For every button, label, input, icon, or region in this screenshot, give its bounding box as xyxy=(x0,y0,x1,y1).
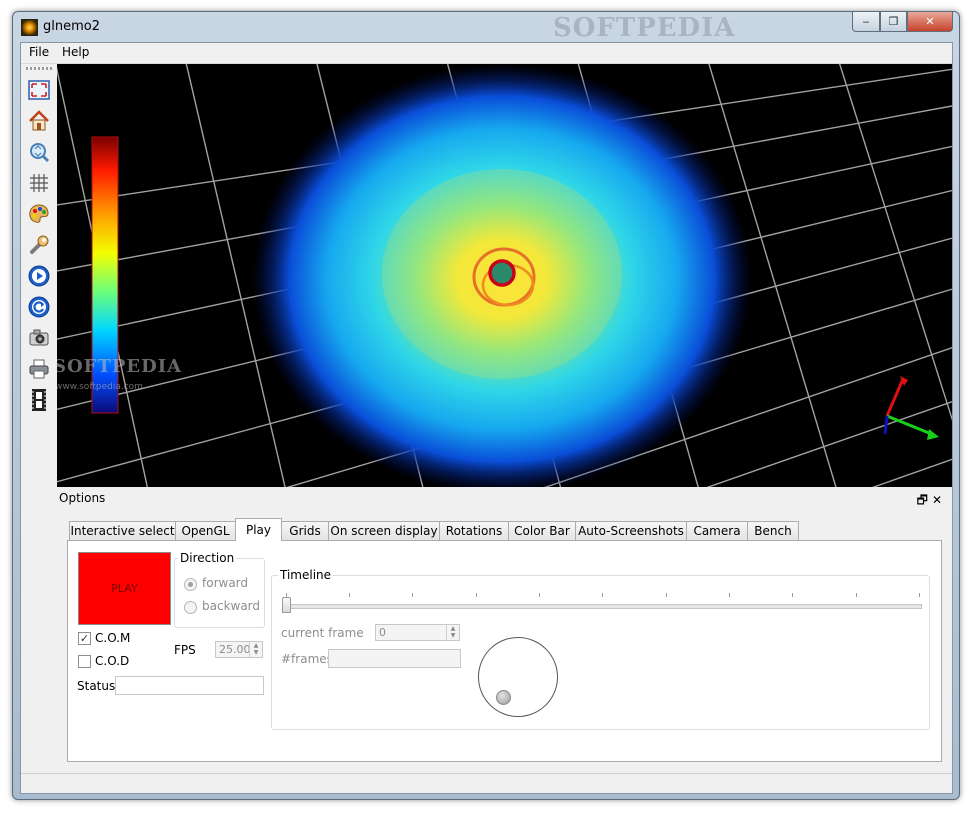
status-bar xyxy=(21,773,952,793)
grid-icon[interactable] xyxy=(27,171,51,195)
direction-title: Direction xyxy=(178,551,237,565)
fps-value: 25.00 xyxy=(219,643,251,656)
tab-on-screen-display[interactable]: On screen display xyxy=(328,521,440,540)
frames-label: #frames xyxy=(281,652,333,666)
minimize-button[interactable]: ‒ xyxy=(852,12,880,32)
gl-viewport[interactable]: SOFTPEDIA www.softpedia.com xyxy=(57,64,952,487)
fps-spin-arrows-icon[interactable]: ▲ ▼ xyxy=(249,642,262,657)
center-of-mass-marker xyxy=(488,259,516,287)
tab-bench[interactable]: Bench xyxy=(747,521,799,540)
status-label: Status xyxy=(77,679,116,693)
dial-knob[interactable] xyxy=(496,690,511,705)
camera-icon[interactable] xyxy=(27,326,51,350)
wrench-icon[interactable] xyxy=(27,233,51,257)
speed-dial[interactable] xyxy=(478,637,558,717)
tab-color-bar[interactable]: Color Bar xyxy=(508,521,576,540)
close-button[interactable]: ✕ xyxy=(907,12,953,32)
tab-rotations[interactable]: Rotations xyxy=(439,521,509,540)
play-button[interactable]: PLAY xyxy=(78,552,171,625)
axis-gizmo xyxy=(883,376,939,440)
current-frame-value: 0 xyxy=(379,626,386,639)
current-frame-label: current frame xyxy=(281,626,364,640)
options-dock-title: Options xyxy=(59,491,106,505)
play-icon[interactable] xyxy=(27,264,51,288)
film-icon[interactable] xyxy=(27,388,51,412)
palette-icon[interactable] xyxy=(27,202,51,226)
window-title: glnemo2 xyxy=(43,19,100,34)
app-window: glnemo2 SOFTPEDIA ‒ ❐ ✕ File Help SOFTPE… xyxy=(12,11,960,800)
side-toolbar xyxy=(21,64,57,487)
current-frame-spin-arrows-icon[interactable]: ▲ ▼ xyxy=(446,625,459,640)
com-label: C.O.M xyxy=(95,631,131,645)
fullscreen-icon[interactable] xyxy=(27,78,51,102)
fps-label: FPS xyxy=(174,643,196,657)
forward-label: forward xyxy=(202,576,249,590)
play-tab-panel: PLAY Direction forward backward ✓ C.O.M … xyxy=(67,540,942,762)
backward-label: backward xyxy=(202,599,261,613)
particle-render xyxy=(57,64,952,487)
tab-auto-screenshots[interactable]: Auto-Screenshots xyxy=(575,521,687,540)
menu-bar: File Help xyxy=(21,43,952,64)
viewport-watermark-url: www.softpedia.com xyxy=(57,382,143,392)
maximize-button[interactable]: ❐ xyxy=(880,12,907,32)
cod-checkbox[interactable] xyxy=(78,655,91,668)
menu-help[interactable]: Help xyxy=(62,45,89,59)
timeline-slider-handle[interactable] xyxy=(282,597,291,613)
frames-field xyxy=(328,649,461,668)
dock-float-button[interactable]: 🗗 xyxy=(917,493,932,507)
status-field xyxy=(115,676,264,695)
tab-opengl[interactable]: OpenGL xyxy=(175,521,236,540)
title-watermark: SOFTPEDIA xyxy=(553,13,736,43)
direction-group: Direction forward backward xyxy=(174,551,265,628)
viewport-watermark: SOFTPEDIA xyxy=(57,356,183,377)
current-frame-spinbox[interactable]: 0 ▲ ▼ xyxy=(375,624,460,641)
tab-grids[interactable]: Grids xyxy=(281,521,329,540)
tab-play[interactable]: Play xyxy=(235,518,282,541)
forward-radio[interactable] xyxy=(184,578,197,591)
options-dock: Options 🗗✕ Interactive select OpenGL Pla… xyxy=(57,489,952,793)
tab-camera[interactable]: Camera xyxy=(686,521,748,540)
main-client-area: File Help SOFTPEDIA www.softpedia.com Op… xyxy=(20,42,953,794)
app-logo-icon xyxy=(21,19,38,36)
zoom-fit-icon[interactable] xyxy=(27,140,51,164)
refresh-icon[interactable] xyxy=(27,295,51,319)
home-icon[interactable] xyxy=(27,109,51,133)
menu-file[interactable]: File xyxy=(29,45,49,59)
title-bar[interactable]: glnemo2 SOFTPEDIA ‒ ❐ ✕ xyxy=(13,12,959,43)
cod-label: C.O.D xyxy=(95,654,130,668)
dock-close-button[interactable]: ✕ xyxy=(932,493,946,507)
com-checkbox[interactable]: ✓ xyxy=(78,632,91,645)
print-icon[interactable] xyxy=(27,357,51,381)
timeline-title: Timeline xyxy=(278,568,334,582)
timeline-group: Timeline current frame 0 ▲ ▼ #frames xyxy=(271,568,930,730)
timeline-slider-groove[interactable] xyxy=(284,604,922,609)
backward-radio[interactable] xyxy=(184,601,197,614)
fps-spinbox[interactable]: 25.00 ▲ ▼ xyxy=(215,641,263,658)
tab-interactive-select[interactable]: Interactive select xyxy=(69,521,176,540)
toolbar-grip[interactable] xyxy=(26,67,52,70)
